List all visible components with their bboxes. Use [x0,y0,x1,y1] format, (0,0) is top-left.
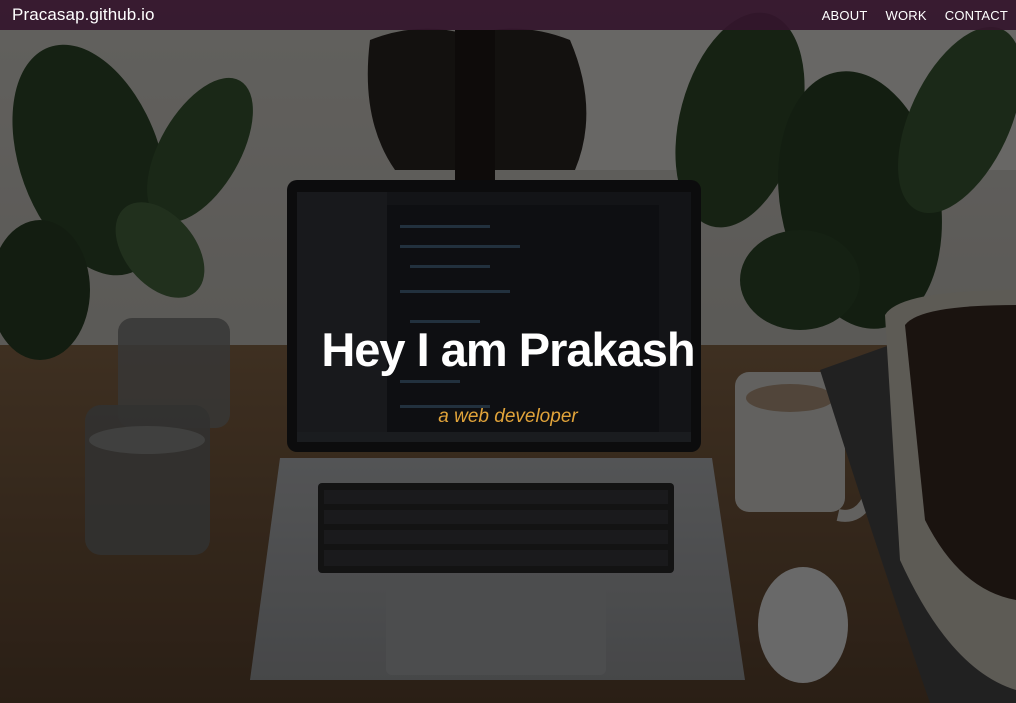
hero-subtitle: a web developer [438,406,578,427]
nav-link-contact[interactable]: CONTACT [945,8,1008,23]
top-navbar: Pracasap.github.io ABOUT WORK CONTACT [0,0,1016,30]
hero-title: Hey I am Prakash [321,323,695,376]
hero-section: Hey I am Prakash a web developer [0,0,1016,703]
nav-links: ABOUT WORK CONTACT [822,8,1008,23]
landing-page: Pracasap.github.io ABOUT WORK CONTACT He… [0,0,1016,703]
site-brand-link[interactable]: Pracasap.github.io [12,5,155,25]
nav-link-about[interactable]: ABOUT [822,8,868,23]
nav-link-work[interactable]: WORK [885,8,926,23]
